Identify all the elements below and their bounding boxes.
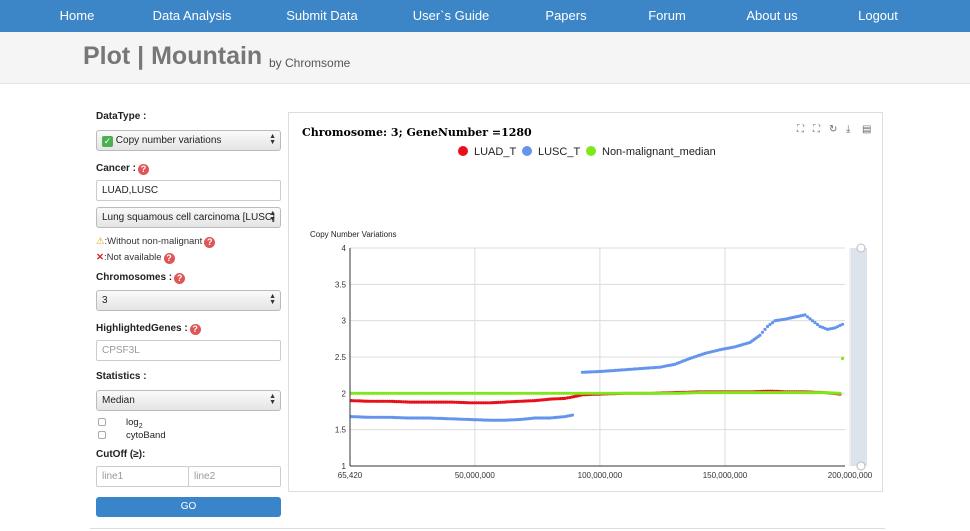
data-view-icon[interactable]: ▤ <box>862 124 871 135</box>
data-point <box>765 324 770 329</box>
check-icon: ✓ <box>102 136 113 147</box>
cancer-input[interactable]: LUAD,LUSC <box>96 180 281 201</box>
nav-logout[interactable]: Logout <box>858 0 898 32</box>
genes-input[interactable]: CPSF3L <box>96 340 281 361</box>
zoom-reset-icon[interactable]: ⛶ <box>813 124 820 135</box>
legend-item-lusc[interactable]: LUSC_T <box>522 146 580 158</box>
zoom-slider[interactable] <box>851 248 867 466</box>
data-point <box>808 317 812 321</box>
note-not-available: ✕:Not available? <box>96 252 175 264</box>
nav-papers[interactable]: Papers <box>545 0 586 32</box>
title-bar: Plot | Mountain by Chromsome <box>0 32 970 84</box>
help-icon[interactable]: ? <box>163 253 175 264</box>
nav-users-guide[interactable]: User`s Guide <box>413 0 490 32</box>
nav-about-us[interactable]: About us <box>746 0 797 32</box>
download-icon[interactable]: ⤓ <box>846 124 850 135</box>
y-tick-label: 3.5 <box>335 280 347 289</box>
chromosomes-label: Chromosomes :? <box>96 272 186 284</box>
help-icon[interactable]: ? <box>174 273 186 284</box>
log2-label: log2 <box>126 417 143 430</box>
chromosome-select[interactable]: 3 ▲ ▼ <box>96 290 281 311</box>
data-point <box>570 413 574 417</box>
zoom-icon[interactable]: ⛶ <box>797 124 804 135</box>
help-icon[interactable]: ? <box>189 324 201 335</box>
legend-marker <box>458 146 468 156</box>
cancer-select-value: Lung squamous cell carcinoma [LUSC] <box>102 212 275 223</box>
legend-marker <box>522 146 532 156</box>
refresh-icon[interactable]: ↻ <box>829 124 837 135</box>
x-tick-label: 150,000,000 <box>703 471 748 480</box>
legend-item-nonmalignant[interactable]: Non-malignant_median <box>586 146 716 158</box>
top-nav: Home Data Analysis Submit Data User`s Gu… <box>0 0 970 32</box>
data-point <box>840 356 845 361</box>
zoom-slider-handle-top[interactable] <box>856 243 866 253</box>
nav-data-analysis[interactable]: Data Analysis <box>153 0 232 32</box>
x-tick-label: 100,000,000 <box>578 471 623 480</box>
footer-divider <box>90 528 885 529</box>
x-tick-label: 200,000,000 <box>828 471 873 480</box>
help-icon[interactable]: ? <box>138 164 150 175</box>
statistics-value: Median <box>102 395 135 406</box>
datatype-label: DataType : <box>96 111 147 122</box>
data-point <box>763 327 767 331</box>
nav-home[interactable]: Home <box>60 0 95 32</box>
cross-icon: ✕ <box>96 252 104 263</box>
cytoband-label: cytoBand <box>126 430 166 441</box>
y-tick-label: 2 <box>342 389 347 398</box>
x-tick-label: 65,420 <box>338 471 363 480</box>
chromosome-value: 3 <box>102 295 108 306</box>
y-tick-label: 1.5 <box>335 426 347 435</box>
help-icon[interactable]: ? <box>204 237 216 248</box>
go-button[interactable]: GO <box>96 497 281 517</box>
log2-checkbox[interactable] <box>98 418 106 426</box>
select-arrows-icon: ▲ ▼ <box>269 133 276 146</box>
page-title: Plot | Mountain <box>83 42 263 70</box>
y-tick-label: 2.5 <box>335 353 347 362</box>
warning-icon: ⚠ <box>96 236 105 247</box>
x-tick-label: 50,000,000 <box>455 471 496 480</box>
chart-title: Chromosome: 3; GeneNumber =1280 <box>302 126 532 139</box>
y-tick-label: 1 <box>342 462 347 471</box>
data-point <box>840 322 845 326</box>
cancer-label: Cancer :? <box>96 163 150 175</box>
nav-submit-data[interactable]: Submit Data <box>286 0 358 32</box>
genes-label: HighlightedGenes :? <box>96 323 201 335</box>
cytoband-checkbox[interactable] <box>98 431 106 439</box>
line2-input[interactable]: line2 <box>188 466 281 487</box>
statistics-select[interactable]: Median ▲ ▼ <box>96 390 281 411</box>
cancer-select[interactable]: Lung squamous cell carcinoma [LUSC] ▲ ▼ <box>96 207 281 228</box>
y-tick-label: 4 <box>342 244 347 253</box>
data-point <box>838 391 842 395</box>
datatype-select[interactable]: ✓ Copy number variations ▲ ▼ <box>96 130 281 151</box>
select-arrows-icon: ▲ ▼ <box>269 293 276 306</box>
select-arrows-icon: ▲ ▼ <box>269 393 276 406</box>
line1-input[interactable]: line1 <box>96 466 189 487</box>
page-subtitle: by Chromsome <box>269 56 351 70</box>
note-without-nonmalignant: ⚠:Without non-malignant? <box>96 236 216 248</box>
data-point <box>758 333 762 337</box>
cutoff-label: CutOff (≥): <box>96 449 146 460</box>
data-point <box>760 330 765 334</box>
nav-forum[interactable]: Forum <box>648 0 686 32</box>
legend-marker <box>586 146 596 156</box>
statistics-label: Statistics : <box>96 371 147 382</box>
datatype-value: Copy number variations <box>115 135 222 146</box>
select-arrows-icon: ▲ ▼ <box>269 210 276 223</box>
chart-plot: Copy Number Variations 1 1.5 2 2.5 3 3.5 4 65,4… <box>310 230 873 480</box>
data-point <box>815 322 820 327</box>
y-axis-title: Copy Number Variations <box>310 230 397 239</box>
zoom-slider-handle-bottom[interactable] <box>856 461 866 471</box>
y-tick-label: 3 <box>342 317 347 326</box>
legend-item-luad[interactable]: LUAD_T <box>458 146 516 158</box>
